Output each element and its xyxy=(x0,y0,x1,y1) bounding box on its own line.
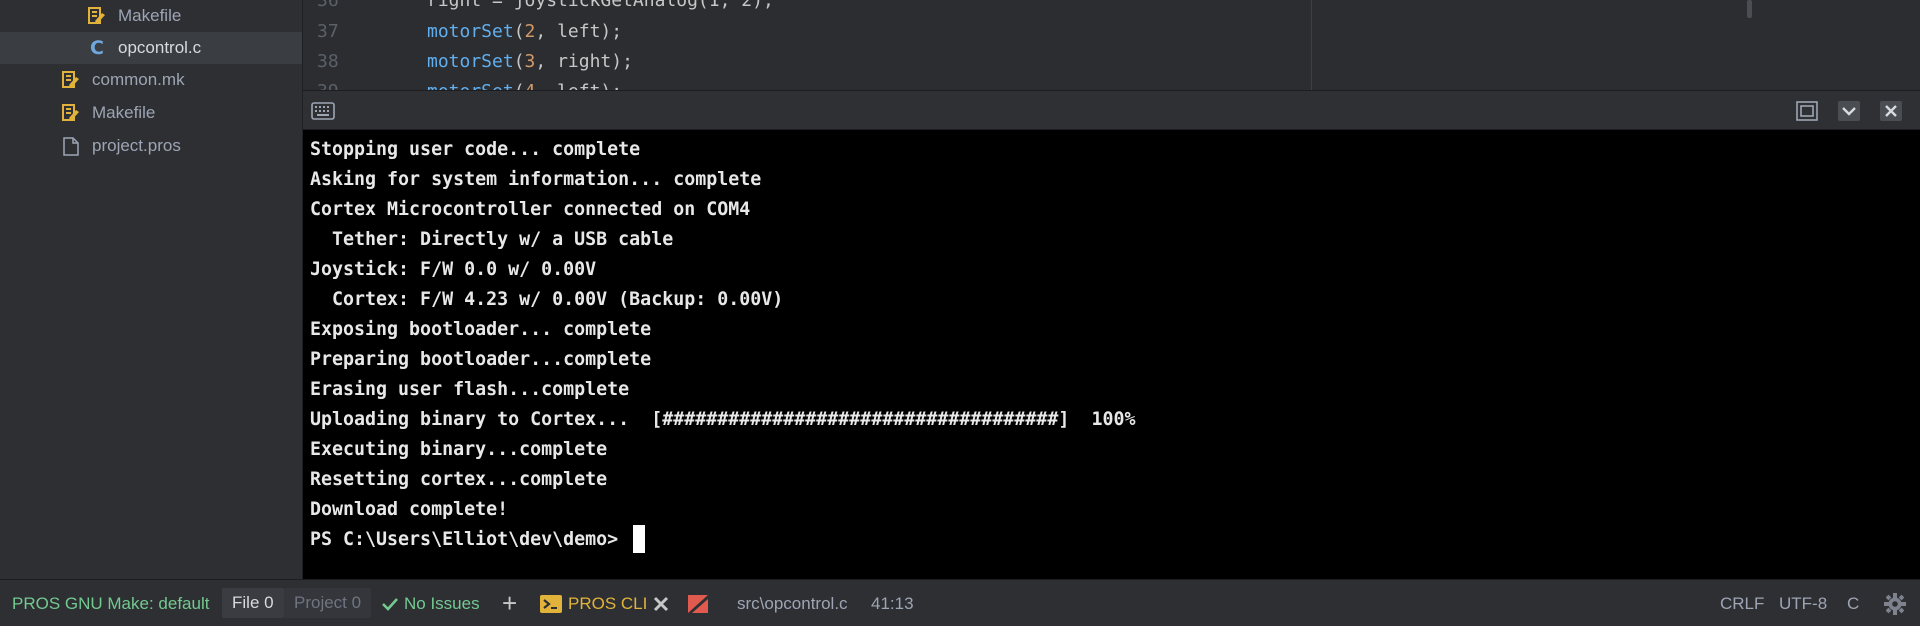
tab-file-issues[interactable]: File 0 xyxy=(222,588,284,618)
terminal-line: Preparing bootloader...complete xyxy=(310,348,652,370)
terminal-line: Cortex: F/W 4.23 w/ 0.00V (Backup: 0.00V… xyxy=(310,288,784,310)
linter-status[interactable]: No Issues xyxy=(382,580,480,626)
code-punct: , right); xyxy=(535,51,633,72)
tree-item-label: Makefile xyxy=(118,6,182,25)
gear-icon[interactable] xyxy=(1884,580,1906,626)
line-ending[interactable]: CRLF xyxy=(1720,580,1764,626)
code-punct: ( xyxy=(514,81,525,90)
code-punct: ( xyxy=(513,51,525,72)
terminal-line: Asking for system information... complet… xyxy=(310,168,762,190)
tree-item-label: opcontrol.c xyxy=(118,38,202,57)
terminal-output[interactable]: Stopping user code... complete Asking fo… xyxy=(303,130,1920,579)
line-number: 36 xyxy=(317,0,339,11)
tree-item-makefile[interactable]: Makefile xyxy=(0,97,302,129)
terminal-line: Exposing bootloader... complete xyxy=(310,318,652,340)
tree-item-project-pros[interactable]: project.pros xyxy=(0,130,302,162)
c-file-icon: C xyxy=(90,37,104,59)
code-number: 4 xyxy=(525,81,536,90)
line-number: 39 xyxy=(303,81,363,90)
makefile-icon xyxy=(88,6,106,26)
line-number: 38 xyxy=(317,51,339,72)
pros-cli-label: PROS CLI xyxy=(568,593,648,613)
terminal-line: Tether: Directly w/ a USB cable xyxy=(310,228,674,250)
chevron-down-icon[interactable] xyxy=(1837,100,1861,122)
pros-cli-button[interactable]: PROS CLI xyxy=(540,580,647,626)
terminal-line: Resetting cortex...complete xyxy=(310,468,608,490)
code-line: 39 motorSet(4, left); xyxy=(303,76,622,90)
tree-item-makefile-src[interactable]: Makefile xyxy=(0,0,302,32)
terminal-line: Joystick: F/W 0.0 w/ 0.00V xyxy=(310,258,597,280)
keyboard-icon[interactable] xyxy=(311,100,335,122)
code-function: motorSet xyxy=(427,21,514,42)
terminal-line: Uploading binary to Cortex... [#########… xyxy=(310,408,1136,430)
maximize-icon[interactable] xyxy=(1795,100,1819,122)
tree-item-label: project.pros xyxy=(92,136,181,155)
code-text: right = joystickGetAnalog(1, 2); xyxy=(427,0,774,11)
code-function: motorSet xyxy=(427,51,514,72)
tree-view: Makefile C opcontrol.c common.mk Makefil… xyxy=(0,0,303,579)
terminal-line: Erasing user flash...complete xyxy=(310,378,630,400)
status-bar: PROS GNU Make: default File 0 Project 0 … xyxy=(0,579,1920,626)
code-number: 2 xyxy=(524,21,536,42)
code-function: motorSet xyxy=(427,81,514,90)
code-punct: , left); xyxy=(535,21,623,42)
tree-item-label: common.mk xyxy=(92,70,185,89)
code-editor[interactable]: 36 right = joystickGetAnalog(1, 2); 37 m… xyxy=(303,0,1920,90)
terminal-line: Stopping user code... complete xyxy=(310,138,641,160)
build-target[interactable]: PROS GNU Make: default xyxy=(12,580,209,626)
terminal-prompt-line[interactable]: PS C:\Users\Elliot\dev\demo> xyxy=(303,524,1920,554)
code-line: 37 motorSet(2, left); xyxy=(303,16,622,47)
issues-label: No Issues xyxy=(404,593,480,613)
tree-item-label: Makefile xyxy=(92,103,156,122)
line-number: 37 xyxy=(317,21,339,42)
file-encoding[interactable]: UTF-8 xyxy=(1779,580,1827,626)
check-icon xyxy=(382,597,398,611)
code-line: 36 right = joystickGetAnalog(1, 2); xyxy=(303,0,774,16)
terminal-icon xyxy=(540,594,562,613)
file-path[interactable]: src\opcontrol.c xyxy=(737,580,848,626)
wrap-guide xyxy=(1311,0,1312,90)
file-icon xyxy=(62,136,80,156)
makefile-icon xyxy=(62,70,80,90)
editor-scrollbar[interactable] xyxy=(1747,0,1752,18)
terminal-header xyxy=(303,90,1920,130)
makefile-icon xyxy=(62,103,80,123)
terminal-line: Download complete! xyxy=(310,498,509,520)
code-punct: , left); xyxy=(535,81,622,90)
close-icon[interactable] xyxy=(1879,100,1903,122)
cursor-position[interactable]: 41:13 xyxy=(871,580,914,626)
code-number: 3 xyxy=(524,51,536,72)
code-line: 38 motorSet(3, right); xyxy=(303,46,633,77)
terminal-line: Executing binary...complete xyxy=(310,438,608,460)
terminal-line: Cortex Microcontroller connected on COM4 xyxy=(310,198,751,220)
grammar-selector[interactable]: C xyxy=(1847,580,1859,626)
tab-project-issues[interactable]: Project 0 xyxy=(284,588,372,618)
x-icon[interactable] xyxy=(653,580,669,626)
add-icon[interactable]: + xyxy=(502,580,517,626)
terminal-cursor xyxy=(633,525,646,553)
tree-item-opcontrol[interactable]: C opcontrol.c xyxy=(0,32,302,64)
flag-icon[interactable] xyxy=(688,580,708,626)
terminal-prompt: PS C:\Users\Elliot\dev\demo> xyxy=(310,528,630,550)
code-punct: ( xyxy=(513,21,525,42)
tree-item-common-mk[interactable]: common.mk xyxy=(0,64,302,96)
